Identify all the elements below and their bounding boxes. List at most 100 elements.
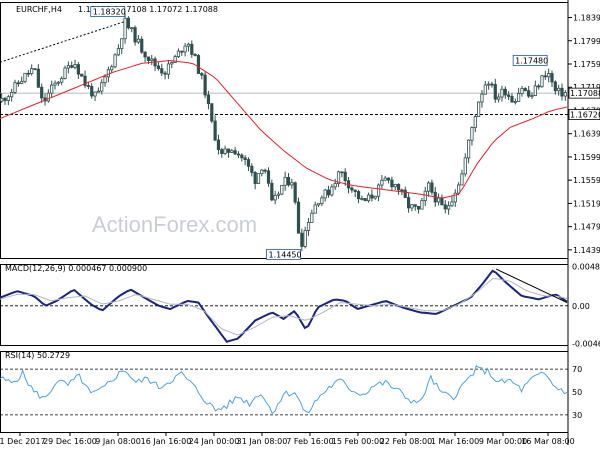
candle-body [130, 27, 134, 30]
panel-frame-1 [0, 2, 569, 259]
candle-body [166, 63, 171, 75]
candle-body [386, 177, 391, 181]
candle-body [136, 38, 141, 43]
candle-body [103, 76, 107, 84]
candle-body [190, 43, 194, 55]
candle-body [120, 38, 124, 49]
candle-body [513, 101, 517, 103]
candle-body [320, 197, 324, 205]
price-tick-label: 1.14790 [573, 223, 600, 232]
candle-body [183, 45, 187, 53]
candle-body [563, 92, 567, 97]
candle-body [50, 84, 54, 94]
candle-body [497, 96, 501, 100]
chart-title: EURCHF,H4 [16, 5, 62, 14]
candle-body [376, 184, 381, 197]
candle-body [170, 62, 174, 65]
candle-body [26, 72, 30, 75]
x-tick-label: 16 Mar 08:00 [521, 437, 574, 446]
candle-body [423, 190, 427, 202]
candle-body [70, 65, 74, 68]
candle-body [400, 189, 404, 192]
candle-body [470, 127, 474, 141]
candle-body [463, 157, 467, 175]
candle-body [330, 186, 334, 196]
candle-body [500, 88, 504, 98]
candle-body [113, 54, 117, 68]
watermark: ActionForex.com [92, 212, 257, 237]
candle-body [143, 51, 147, 58]
candle-body [250, 165, 254, 173]
candle-body [20, 80, 24, 84]
candle-body [366, 194, 371, 202]
candle-body [426, 182, 431, 192]
candle-body [493, 84, 497, 100]
candle-body [196, 55, 201, 74]
price-tick-label: 1.17590 [573, 60, 600, 69]
candle-body [443, 204, 447, 210]
candle-body [116, 48, 121, 56]
candle-body [413, 204, 417, 207]
rsi-line [0, 365, 568, 415]
candle-body [186, 43, 191, 47]
candle-body [200, 73, 204, 76]
candle-body [460, 173, 464, 186]
candle-body [406, 197, 411, 209]
candle-body [487, 83, 491, 86]
candle-body [537, 85, 541, 88]
candle-body [36, 68, 40, 88]
x-tick-label: 9 Jan 08:00 [95, 437, 141, 446]
candle-body [527, 90, 531, 97]
candle-body [326, 189, 331, 196]
candle-body [273, 194, 277, 201]
candle-body [360, 198, 364, 200]
candle-body [106, 69, 110, 78]
candle-body [393, 184, 397, 188]
candle-body [520, 88, 524, 94]
candle-body [240, 154, 244, 159]
candle-body [160, 68, 164, 74]
x-tick-label: 15 Feb 00:00 [332, 437, 384, 446]
candle-body [380, 179, 384, 186]
x-tick-label: 24 Jan 00:00 [189, 437, 240, 446]
candle-body [40, 86, 44, 99]
candle-body [473, 116, 477, 128]
candle-body [56, 81, 60, 84]
candle-body [530, 95, 534, 97]
candle-body [303, 230, 307, 247]
chart-container: EURCHF,H4 1.17075 1.17108 1.17072 1.1708… [0, 0, 600, 450]
candle-body [230, 150, 234, 153]
candle-body [180, 50, 184, 53]
price-annotation-label: 1.14450 [269, 250, 302, 259]
candle-body [16, 82, 20, 85]
rsi-tick-label: 50 [572, 388, 582, 397]
candle-body [93, 91, 97, 97]
candle-body [176, 50, 181, 58]
candle-body [13, 82, 17, 93]
candle-body [163, 72, 167, 75]
macd-tick-label: 0.004827 [572, 262, 600, 271]
candle-body [353, 189, 357, 192]
candle-body [133, 27, 137, 43]
x-tick-label: 7 Feb 16:00 [286, 437, 333, 446]
x-tick-label: 9 Mar 00:00 [479, 437, 527, 446]
candle-body [356, 191, 361, 200]
candle-body [193, 53, 197, 56]
x-tick-label: 21 Dec 2017 [0, 437, 46, 446]
candle-body [266, 170, 271, 184]
x-tick-label: 1 Mar 16:00 [431, 437, 479, 446]
candle-body [480, 93, 484, 103]
macd-signal-line [0, 278, 568, 336]
candle-body [450, 201, 454, 207]
support-level-label: 1.16720 [570, 111, 600, 120]
candle-body [63, 67, 67, 79]
candle-body [243, 157, 247, 160]
candle-body [286, 176, 291, 186]
candle-body [90, 85, 94, 97]
candle-body [293, 182, 297, 203]
candle-body [213, 120, 217, 141]
candle-body [233, 150, 237, 155]
candle-body [323, 189, 327, 199]
candle-body [390, 179, 394, 188]
panel-frame-2 [0, 264, 569, 346]
